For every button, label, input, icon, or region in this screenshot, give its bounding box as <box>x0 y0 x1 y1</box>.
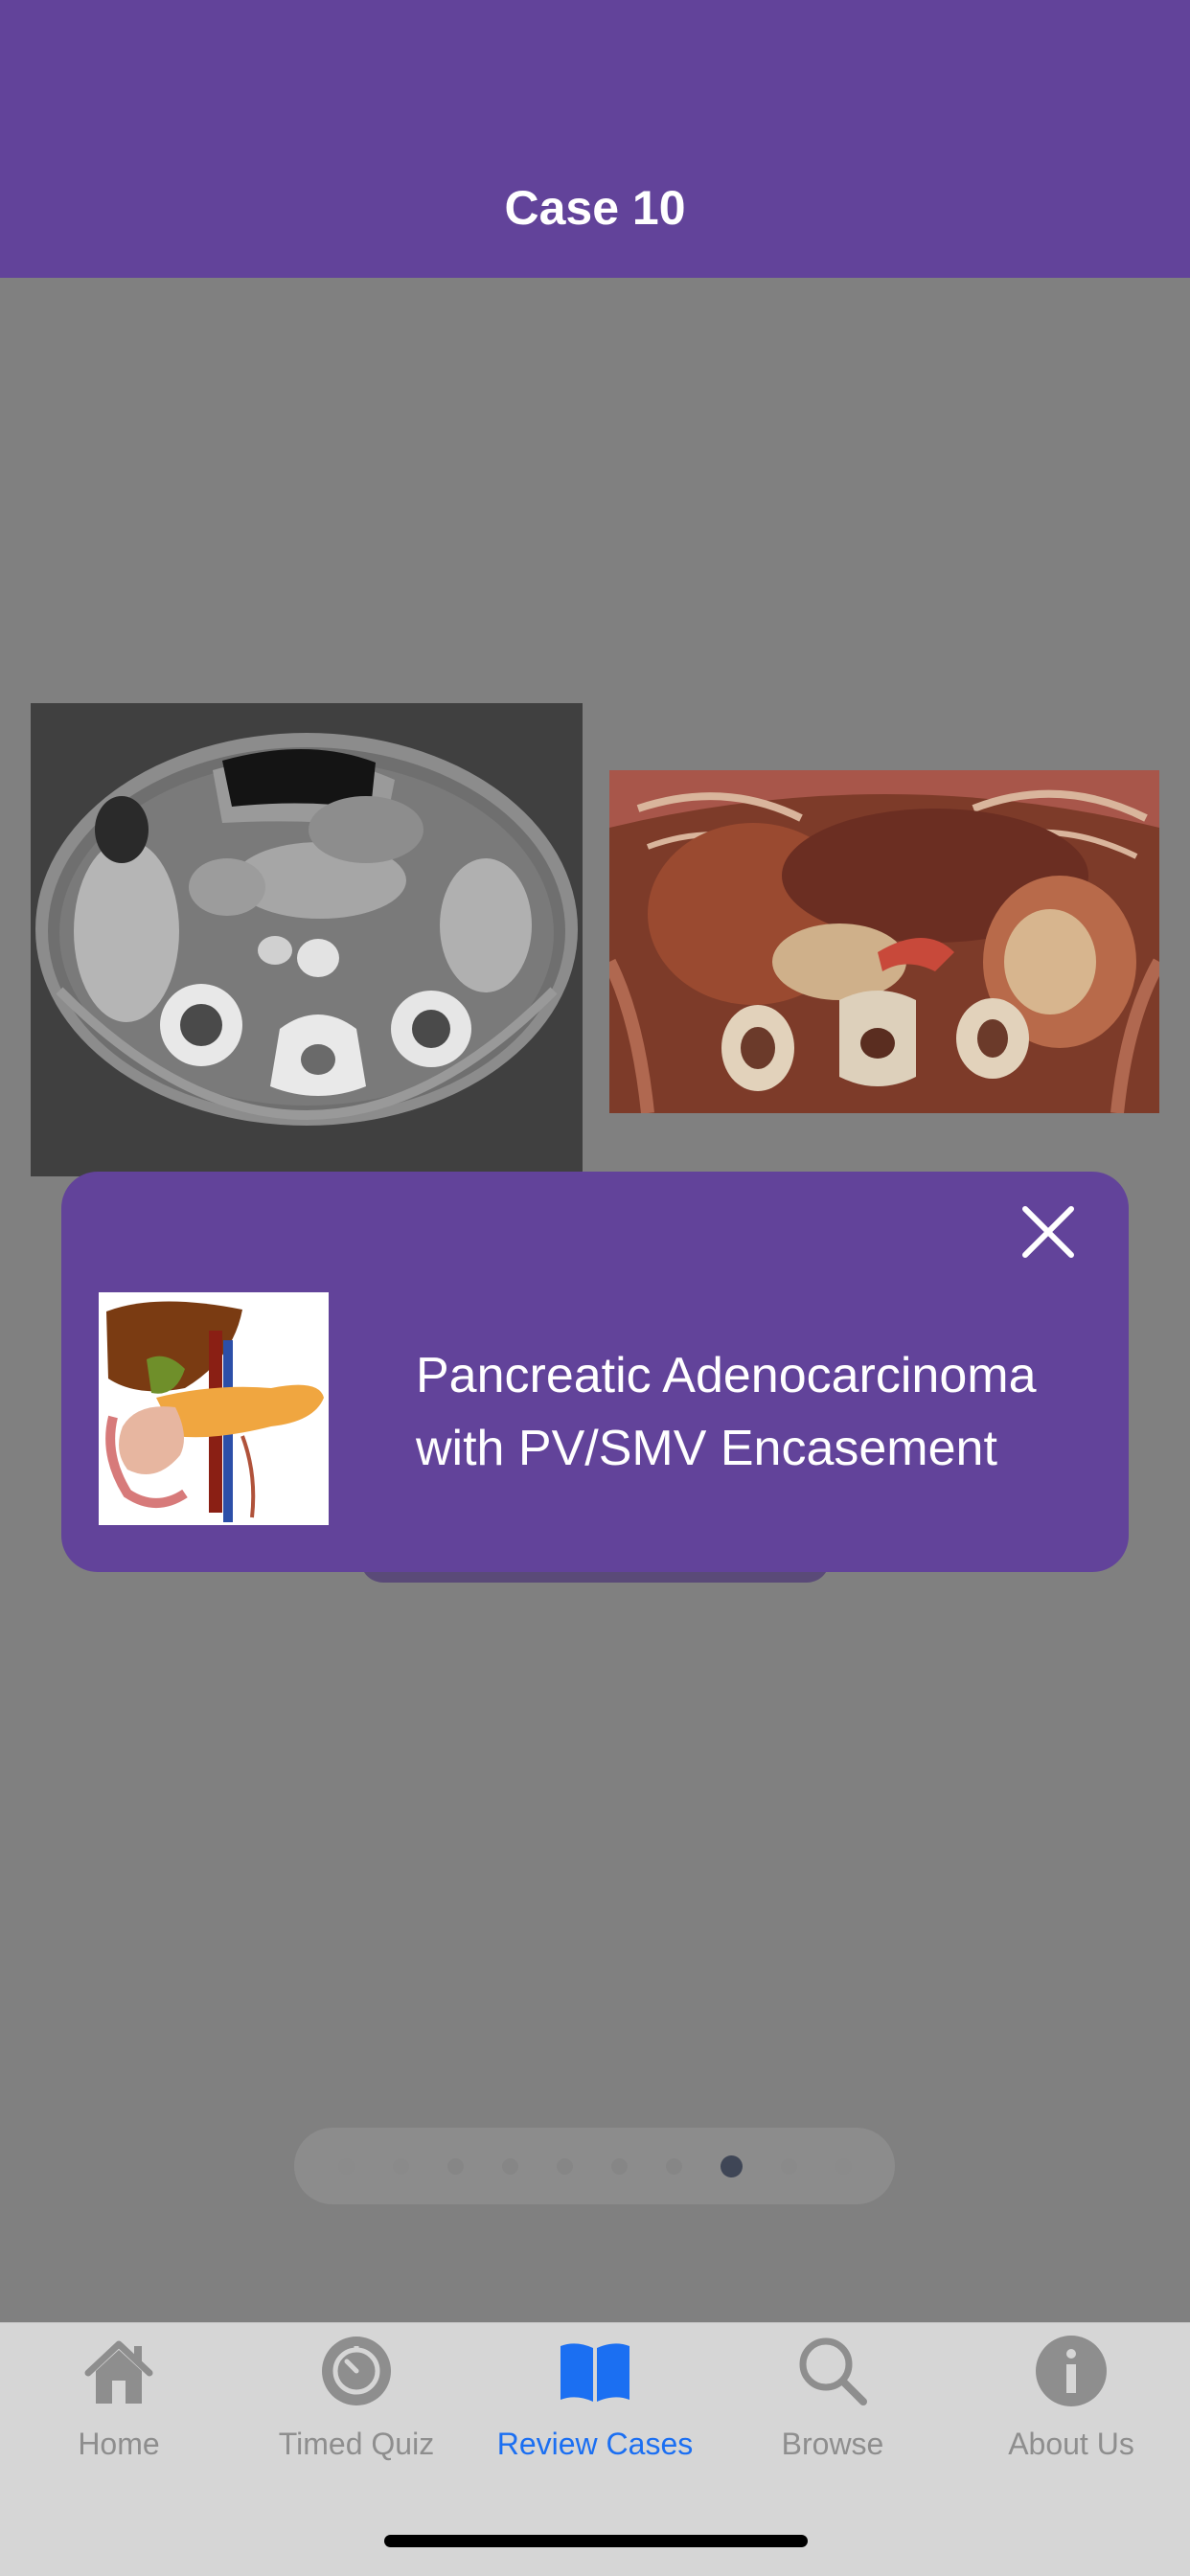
timer-icon <box>318 2333 395 2409</box>
book-icon <box>557 2333 633 2409</box>
tab-browse-label: Browse <box>781 2427 884 2461</box>
navigation-header: Case 10 <box>0 0 1190 278</box>
page-title: Case 10 <box>504 181 686 235</box>
diagnosis-line-1: Pancreatic Adenocarcinoma <box>416 1348 1037 1403</box>
search-icon <box>794 2333 871 2409</box>
diagnosis-line-2: with PV/SMV Encasement <box>416 1421 997 1476</box>
close-icon[interactable] <box>1012 1196 1085 1268</box>
tab-review-cases[interactable]: Review Cases <box>476 2333 714 2476</box>
tab-home-label: Home <box>78 2427 160 2461</box>
page-dot-2[interactable] <box>392 2157 409 2175</box>
3d-reconstruction-image[interactable] <box>609 770 1159 1113</box>
page-dot-7[interactable] <box>665 2157 682 2175</box>
page-dot-4[interactable] <box>501 2157 518 2175</box>
tab-home[interactable]: Home <box>0 2333 238 2476</box>
pancreas-anatomy-illustration <box>99 1292 329 1525</box>
page-dot-10[interactable] <box>835 2157 852 2175</box>
page-dot-1[interactable] <box>337 2157 355 2175</box>
tab-about-us-label: About Us <box>1008 2427 1134 2461</box>
page-indicator[interactable] <box>294 2128 895 2204</box>
page-dot-6[interactable] <box>610 2157 628 2175</box>
tab-review-cases-label: Review Cases <box>496 2427 694 2461</box>
info-icon <box>1033 2333 1110 2409</box>
axial-ct-image[interactable] <box>31 703 583 1176</box>
page-dot-8-active[interactable] <box>720 2154 743 2177</box>
page-dot-9[interactable] <box>780 2157 797 2175</box>
tab-about-us[interactable]: About Us <box>952 2333 1190 2476</box>
home-icon <box>80 2333 157 2409</box>
tab-browse[interactable]: Browse <box>714 2333 951 2476</box>
home-indicator[interactable] <box>384 2535 808 2547</box>
diagnosis-title: Pancreatic Adenocarcinoma with PV/SMV En… <box>416 1339 1106 1485</box>
page-dot-5[interactable] <box>556 2157 573 2175</box>
tab-timed-quiz-label: Timed Quiz <box>278 2427 435 2461</box>
page-dot-3[interactable] <box>446 2157 464 2175</box>
tab-timed-quiz[interactable]: Timed Quiz <box>238 2333 475 2476</box>
